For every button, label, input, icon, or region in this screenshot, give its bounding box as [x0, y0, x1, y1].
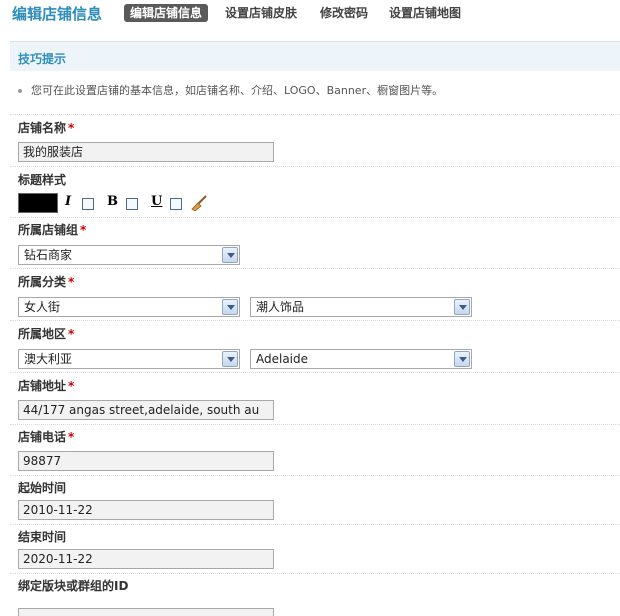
shop-group-value: 钻石商家 [24, 248, 73, 262]
divider [10, 524, 620, 525]
chevron-down-icon[interactable] [222, 299, 238, 315]
required-mark: * [68, 430, 75, 444]
city-select[interactable]: Adelaide [250, 349, 472, 369]
shop-name-label: 店铺名称 * [18, 121, 75, 135]
start-time-input[interactable]: 2010-11-22 [18, 500, 274, 520]
divider [10, 114, 620, 115]
divider [10, 372, 620, 373]
bullet-icon [18, 89, 22, 93]
underline-icon: U [151, 194, 163, 209]
shop-group-select[interactable]: 钻石商家 [18, 245, 240, 265]
italic-icon: I [65, 194, 72, 209]
divider [10, 424, 620, 425]
country-value: 澳大利亚 [24, 352, 73, 366]
tab-shop-map[interactable]: 设置店铺地图 [389, 4, 461, 22]
tab-change-password[interactable]: 修改密码 [320, 4, 368, 22]
required-mark: * [68, 275, 75, 289]
bold-icon: B [107, 194, 118, 209]
required-mark: * [80, 223, 87, 237]
divider [10, 217, 620, 218]
divider [10, 166, 620, 167]
divider [10, 475, 620, 476]
bold-checkbox[interactable] [126, 198, 138, 210]
phone-label: 店铺电话 * [18, 430, 75, 444]
tab-shop-skin[interactable]: 设置店铺皮肤 [225, 4, 297, 22]
tip-item: 您可在此设置店铺的基本信息，如店铺名称、介绍、LOGO、Banner、橱窗图片等… [18, 82, 443, 98]
required-mark: * [68, 327, 75, 341]
chevron-down-icon[interactable] [222, 351, 238, 367]
country-select[interactable]: 澳大利亚 [18, 349, 240, 369]
title-style-label: 标题样式 [18, 173, 67, 187]
city-value: Adelaide [256, 352, 309, 366]
address-input[interactable]: 44/177 angas street,adelaide, south au [18, 400, 274, 420]
required-mark: * [68, 121, 75, 135]
color-picker[interactable] [18, 193, 58, 213]
phone-input[interactable]: 98877 [18, 451, 274, 471]
divider [10, 268, 620, 269]
end-time-label: 结束时间 [18, 530, 67, 544]
category-primary-value: 女人街 [24, 300, 61, 314]
shop-name-input[interactable]: 我的服装店 [18, 142, 274, 162]
title-style-toolbar: I B U [18, 193, 218, 213]
chevron-down-icon[interactable] [454, 351, 470, 367]
category-label: 所属分类 * [18, 275, 75, 289]
chevron-down-icon[interactable] [454, 299, 470, 315]
top-navigation: 编辑店铺信息 编辑店铺信息 设置店铺皮肤 修改密码 设置店铺地图 [0, 0, 620, 28]
end-time-input[interactable]: 2020-11-22 [18, 549, 274, 569]
tip-text: 您可在此设置店铺的基本信息，如店铺名称、介绍、LOGO、Banner、橱窗图片等… [31, 84, 444, 97]
underline-checkbox[interactable] [170, 198, 182, 210]
category-secondary-select[interactable]: 潮人饰品 [250, 297, 472, 317]
tips-title: 技巧提示 [18, 52, 67, 66]
shop-group-label: 所属店铺组 * [18, 223, 87, 237]
category-primary-select[interactable]: 女人街 [18, 297, 240, 317]
bind-id-input[interactable] [18, 608, 274, 616]
bind-id-label: 绑定版块或群组的ID [18, 579, 129, 593]
chevron-down-icon[interactable] [222, 247, 238, 263]
required-mark: * [68, 379, 75, 393]
clear-style-icon[interactable] [190, 195, 208, 211]
divider [10, 320, 620, 321]
start-time-label: 起始时间 [18, 481, 67, 495]
category-secondary-value: 潮人饰品 [256, 300, 305, 314]
tab-edit-shop-info[interactable]: 编辑店铺信息 [124, 4, 209, 22]
region-label: 所属地区 * [18, 327, 75, 341]
italic-checkbox[interactable] [82, 198, 94, 210]
page-title: 编辑店铺信息 [12, 5, 103, 23]
divider [10, 573, 620, 574]
address-label: 店铺地址 * [18, 379, 75, 393]
tips-header: 技巧提示 [10, 41, 620, 71]
